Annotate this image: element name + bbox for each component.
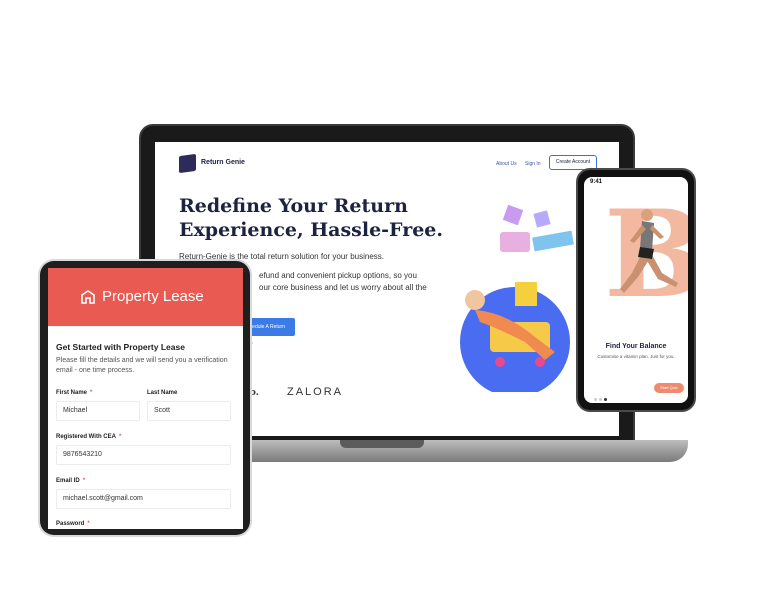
hero-headline: Redefine Your Return Experience, Hassle-…: [179, 194, 479, 242]
cea-label: Registered With CEA *: [56, 434, 122, 440]
cea-field[interactable]: 9876543210: [56, 445, 231, 465]
header-title: Property Lease: [102, 288, 204, 305]
floating-cube-icon: [502, 204, 524, 226]
partner-logo-zalora: ZALORA: [287, 386, 344, 398]
laptop-notch: [340, 440, 424, 448]
last-name-label: Last Name: [147, 390, 178, 396]
gift-box-icon: [500, 232, 530, 252]
password-label: Password *: [56, 521, 90, 527]
form-heading: Get Started with Property Lease: [56, 342, 185, 352]
form-description: Please fill the details and we will send…: [56, 357, 228, 374]
email-label: Email ID *: [56, 478, 86, 484]
hero-illustration: [460, 204, 574, 392]
form-header: Property Lease: [48, 268, 243, 326]
person-head-icon: [465, 290, 485, 310]
last-name-field[interactable]: Scott: [147, 401, 231, 421]
tablet-mockup: Property Lease Get Started with Property…: [40, 261, 250, 535]
floating-cube-icon: [533, 210, 551, 228]
email-field[interactable]: michael.scott@gmail.com: [56, 489, 231, 509]
app-title: Find Your Balance: [605, 343, 667, 350]
headline-line-1: Redefine Your Return: [179, 195, 408, 217]
start-quiz-button[interactable]: Start Quiz: [654, 383, 684, 393]
runner-illustration: [620, 209, 678, 293]
first-name-label: First Name *: [56, 390, 93, 396]
pager-dots: [594, 388, 609, 403]
app-subtitle: Customise a vitamin plan. Just for you.: [597, 354, 675, 359]
nav-link-about[interactable]: About Us: [496, 161, 517, 167]
nav-link-signin[interactable]: Sign In: [525, 161, 541, 167]
shopping-bag-icon: [515, 282, 537, 306]
first-name-field[interactable]: Michael: [56, 401, 140, 421]
brand-name: Return Genie: [201, 159, 245, 166]
site-navbar: Return Genie About Us Sign In Create Acc…: [155, 142, 619, 182]
status-time: 9:41: [590, 179, 603, 185]
divider: [48, 326, 243, 327]
floating-block-icon: [532, 230, 574, 252]
hero-subline: Return-Genie is the total return solutio…: [179, 252, 384, 261]
building-icon: [81, 290, 95, 304]
return-genie-logo-icon: [179, 153, 196, 174]
phone-mockup: 9:41 B Find Your Balance Customise a vit…: [576, 168, 696, 412]
headline-line-2: Experience, Hassle-Free.: [179, 219, 444, 241]
property-lease-form-screen: Property Lease Get Started with Property…: [48, 268, 243, 529]
vitamin-app-screen: 9:41 B Find Your Balance Customise a vit…: [584, 177, 688, 403]
